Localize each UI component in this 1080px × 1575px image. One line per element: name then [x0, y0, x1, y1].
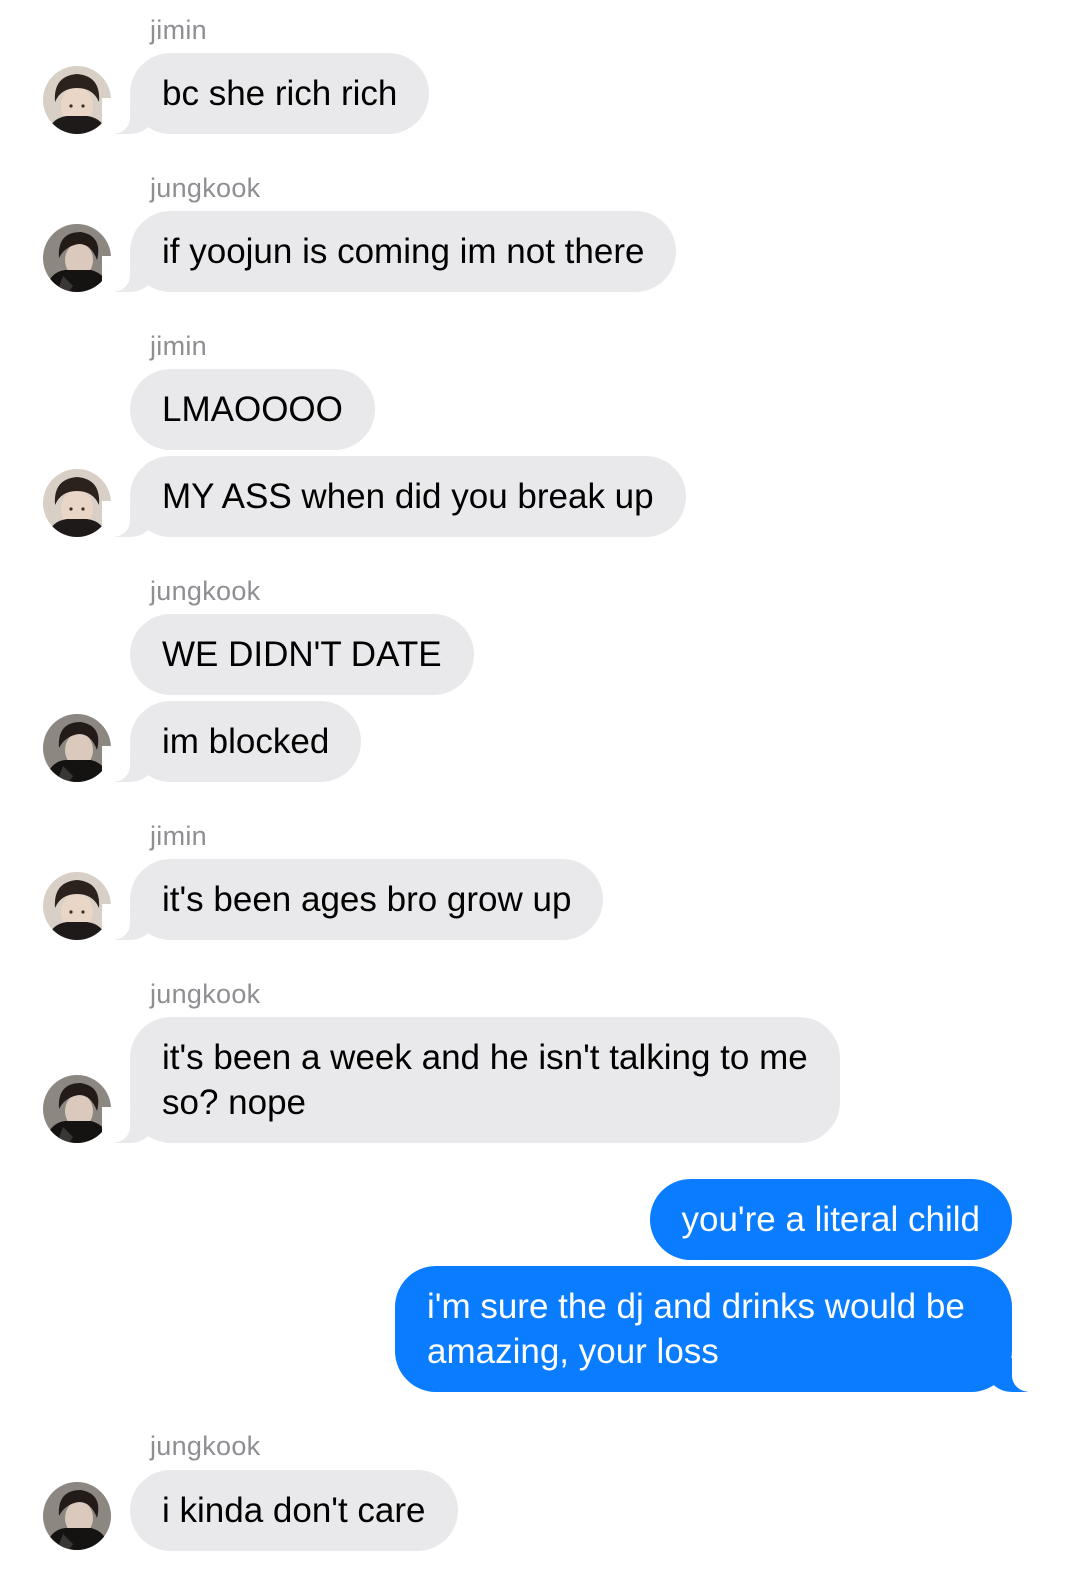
avatar-jungkook[interactable] — [43, 1482, 111, 1550]
message-text-line: i'm sure the dj and drinks would be — [427, 1287, 965, 1326]
message-text: WE DIDN'T DATE — [162, 635, 442, 674]
avatar-jimin[interactable] — [43, 66, 111, 134]
sender-name-jungkook: jungkook — [150, 576, 261, 606]
message-bubble[interactable]: it's been ages bro grow up — [101, 859, 604, 940]
sent-message-bubble[interactable]: you're a literal child — [649, 1179, 1012, 1260]
sender-name-jimin: jimin — [150, 15, 208, 45]
avatar-jungkook[interactable] — [43, 714, 111, 782]
message-bubble[interactable]: im blocked — [101, 701, 362, 782]
message-text-line: so? nope — [162, 1083, 307, 1122]
message-bubble[interactable]: WE DIDN'T DATE — [130, 614, 474, 695]
sent-message-bubble[interactable]: i'm sure the dj and drinks would be amaz… — [395, 1266, 1040, 1392]
sender-name-jungkook: jungkook — [150, 173, 261, 203]
avatar-jungkook[interactable] — [43, 224, 111, 292]
message-bubble[interactable]: it's been a week and he isn't talking to… — [102, 1017, 840, 1143]
message-text: MY ASS when did you break up — [162, 477, 654, 516]
message-text: bc she rich rich — [162, 74, 398, 113]
message-text: if yoojun is coming im not there — [162, 232, 645, 271]
message-text: it's been ages bro grow up — [162, 880, 572, 919]
message-text-line: it's been a week and he isn't talking to… — [162, 1038, 808, 1077]
message-text: you're a literal child — [681, 1200, 981, 1239]
sender-name-jungkook: jungkook — [150, 1431, 261, 1461]
message-bubble[interactable]: MY ASS when did you break up — [102, 456, 686, 537]
message-bubble[interactable]: LMAOOOO — [130, 369, 375, 450]
sender-name-jimin: jimin — [150, 331, 208, 361]
message-thread: jimin bc she rich rich jungkook if yooju… — [0, 0, 1080, 1575]
message-text: LMAOOOO — [162, 390, 343, 429]
message-text: im blocked — [162, 722, 330, 761]
sender-name-jungkook: jungkook — [150, 979, 261, 1009]
avatar-jungkook[interactable] — [43, 1075, 111, 1143]
avatar-jimin[interactable] — [43, 872, 111, 940]
avatar-jimin[interactable] — [43, 469, 111, 537]
message-bubble[interactable]: bc she rich rich — [101, 53, 430, 134]
message-bubble[interactable]: i kinda don't care — [130, 1470, 458, 1551]
message-text: i kinda don't care — [162, 1491, 426, 1530]
message-text-line: amazing, your loss — [427, 1332, 719, 1371]
message-bubble[interactable]: if yoojun is coming im not there — [101, 211, 677, 292]
sender-name-jimin: jimin — [150, 821, 208, 851]
